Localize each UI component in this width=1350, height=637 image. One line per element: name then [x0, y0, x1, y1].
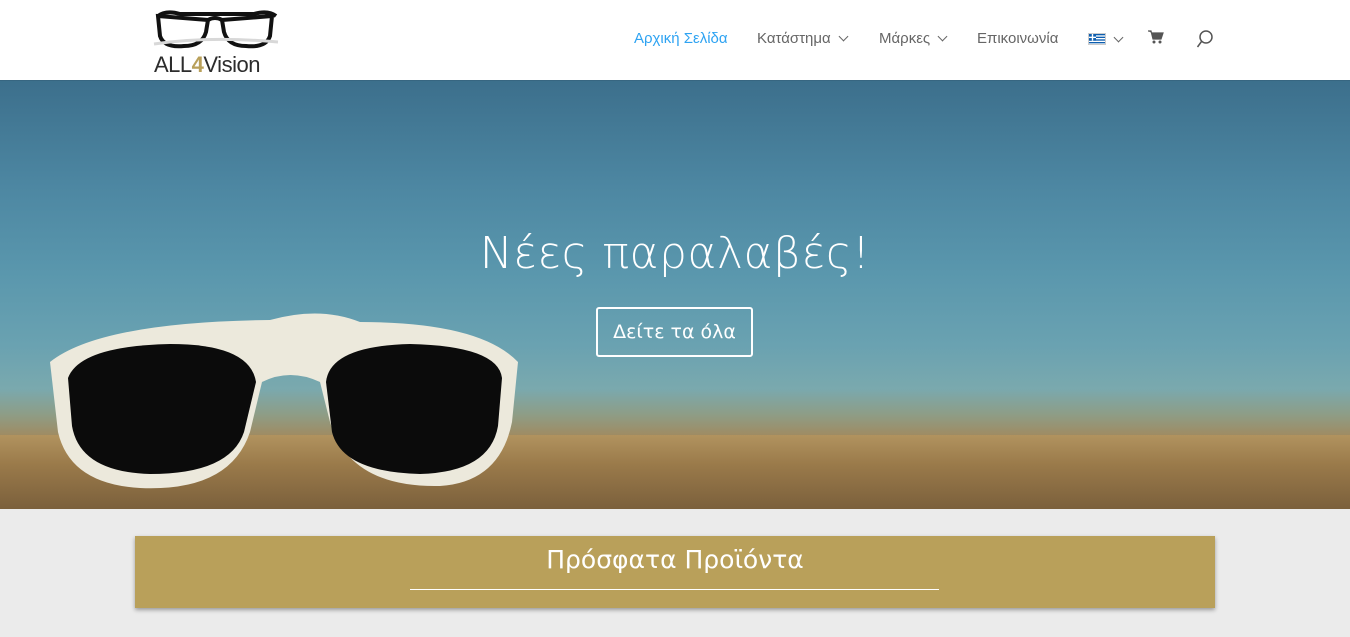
logo-wordmark: ALL4Vision — [154, 52, 260, 77]
recent-products-banner: Πρόσφατα Προϊόντα — [135, 536, 1215, 608]
nav-home-label: Αρχική Σελίδα — [634, 30, 728, 47]
nav-item-shop[interactable]: Κατάστημα — [757, 30, 849, 47]
site-header: ALL4Vision Αρχική Σελίδα Κατάστημα Μάρκε… — [0, 0, 1350, 80]
cart-icon[interactable] — [1148, 29, 1164, 50]
chevron-down-icon — [1113, 32, 1124, 42]
hero-title: Νέες παραλαβές! — [479, 228, 871, 279]
nav-item-home[interactable]: Αρχική Σελίδα — [634, 30, 728, 47]
nav-item-brands[interactable]: Μάρκες — [879, 30, 948, 47]
nav-contact-label: Επικοινωνία — [977, 30, 1059, 47]
sunglasses-image — [50, 313, 518, 489]
chevron-down-icon — [937, 31, 948, 42]
view-all-button[interactable]: Δείτε τα όλα — [596, 307, 753, 357]
hero-slider: Νέες παραλαβές! Δείτε τα όλα — [0, 80, 1350, 509]
nav-shop-label: Κατάστημα — [757, 30, 831, 47]
nav-brands-label: Μάρκες — [879, 30, 931, 47]
search-icon[interactable] — [1196, 29, 1214, 54]
recent-products-title: Πρόσφατα Προϊόντα — [546, 545, 804, 574]
nav-item-contact[interactable]: Επικοινωνία — [977, 30, 1058, 47]
language-switcher[interactable] — [1088, 32, 1124, 45]
title-underline — [410, 589, 939, 590]
greek-flag-icon — [1088, 33, 1106, 45]
chevron-down-icon — [838, 31, 849, 42]
